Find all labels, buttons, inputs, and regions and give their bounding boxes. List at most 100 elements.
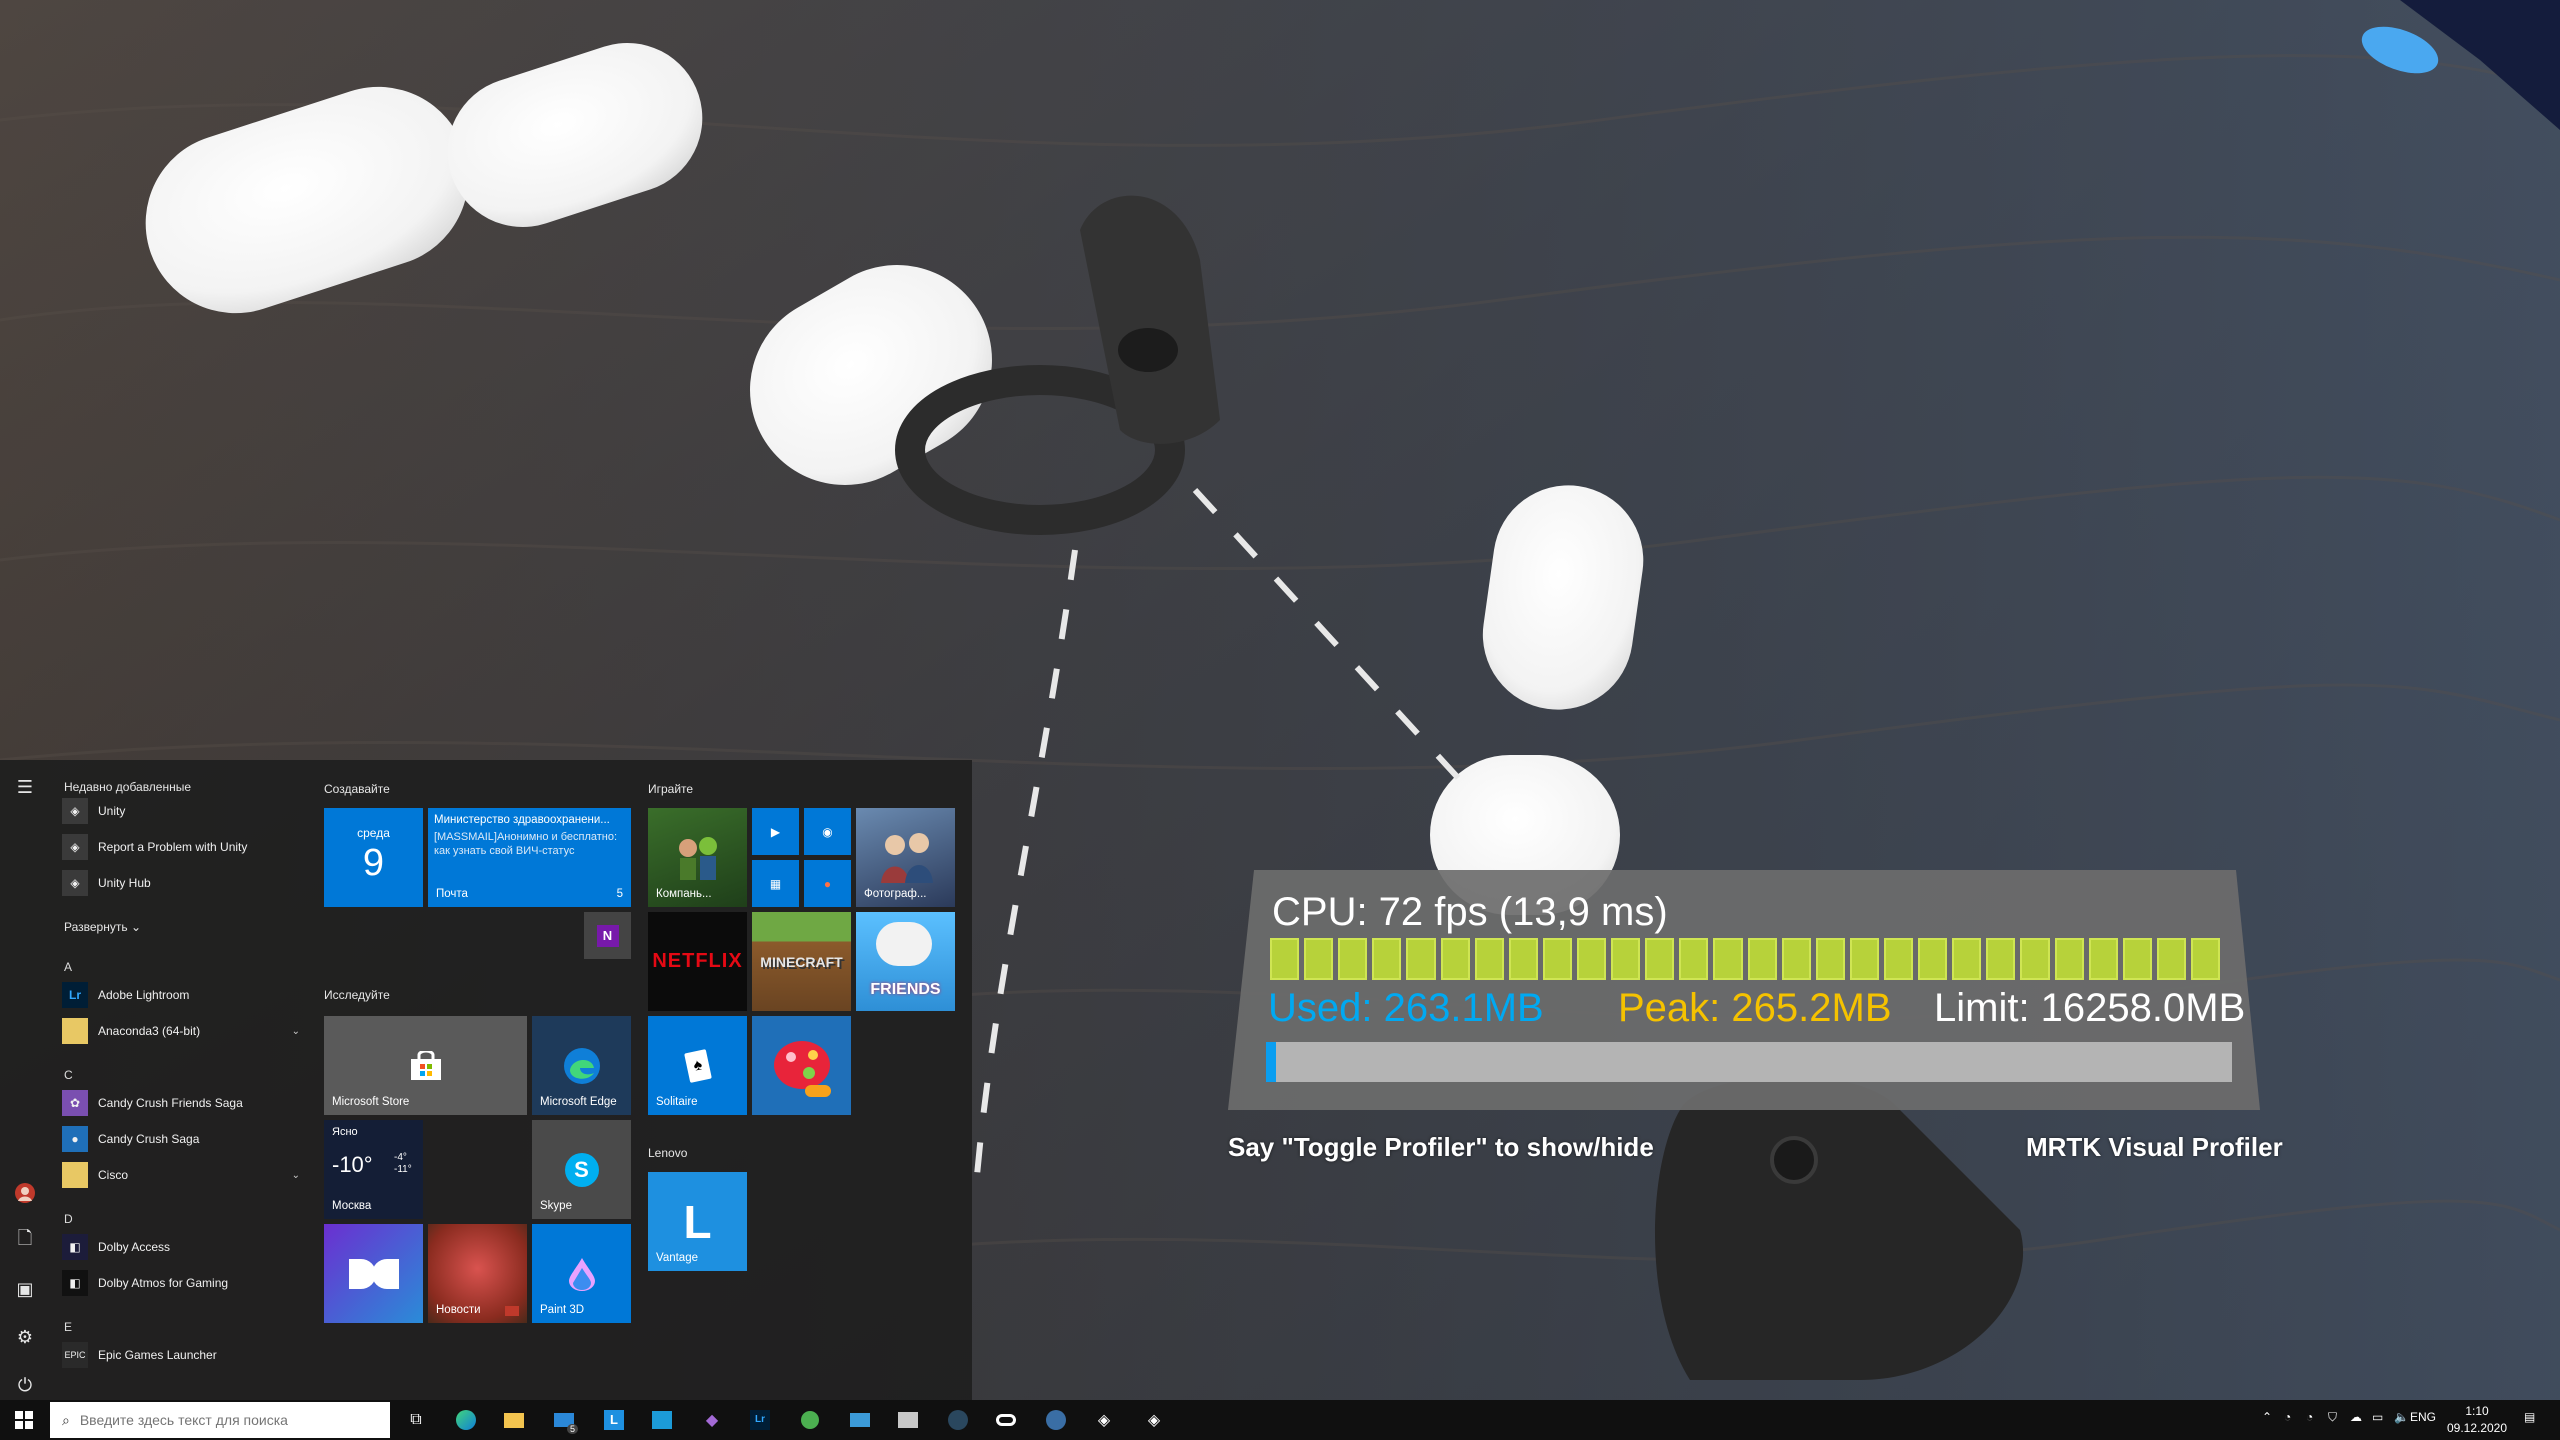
tile-paint3d[interactable]: Paint 3D — [532, 1224, 631, 1323]
search-input[interactable] — [77, 1411, 372, 1429]
taskbar-clock[interactable]: 1:10 09.12.2020 — [2440, 1403, 2514, 1437]
clock-date: 09.12.2020 — [2446, 1421, 2508, 1435]
tile-weather[interactable]: Ясно -10° -4° -11° Москва — [324, 1120, 423, 1219]
tile-mail[interactable]: Министерство здравоохранени... [MASSMAIL… — [428, 808, 631, 907]
app-window-icon[interactable] — [894, 1406, 922, 1434]
tile-news[interactable]: Новости — [428, 1224, 527, 1323]
search-icon: ⌕ — [62, 1411, 70, 1428]
candy-friends-icon: ✿ — [62, 1090, 88, 1116]
tile-netflix[interactable]: NETFLIX — [648, 912, 747, 1011]
candy-crush-icon: ● — [62, 1126, 88, 1152]
tile-maps[interactable]: ● — [804, 860, 851, 907]
edge-icon[interactable] — [452, 1406, 480, 1434]
steam-vr-icon[interactable] — [1042, 1406, 1070, 1434]
tile-microsoft-edge[interactable]: Microsoft Edge — [532, 1016, 631, 1115]
tile-calendar[interactable]: среда 9 — [324, 808, 423, 907]
steam-icon[interactable] — [944, 1406, 972, 1434]
tile-photos[interactable]: Фотограф... — [856, 808, 955, 907]
tray-steam-icon[interactable]: ◔ — [2284, 1410, 2291, 1424]
tile-movies[interactable]: ▶ — [752, 808, 799, 855]
oculus-icon[interactable] — [992, 1406, 1020, 1434]
tile-candy-crush[interactable] — [752, 1016, 851, 1115]
language-indicator[interactable]: ENG — [2410, 1410, 2436, 1424]
remote-desktop-icon[interactable] — [846, 1406, 874, 1434]
power-icon[interactable]: ⏻ — [12, 1372, 38, 1398]
app-item-dolby-access[interactable]: ◧ Dolby Access — [62, 1232, 306, 1262]
tray-onedrive-icon[interactable]: ☁ — [2350, 1410, 2362, 1424]
fps-bar — [1611, 938, 1641, 980]
tile-onenote[interactable]: N — [584, 912, 631, 959]
chevron-down-icon: ⌄ — [291, 1025, 300, 1037]
tray-defender-icon[interactable]: ⛉ — [2328, 1410, 2337, 1425]
tile-groove[interactable]: ◉ — [804, 808, 851, 855]
tile-companions[interactable]: Компань... — [648, 808, 747, 907]
memory-peak-label: Peak: 265.2MB — [1618, 986, 1892, 1030]
unity-hub-icon[interactable]: ◈ — [1140, 1406, 1168, 1434]
app-item-candy-crush[interactable]: ● Candy Crush Saga — [62, 1124, 306, 1154]
letter-a-header[interactable]: A — [64, 960, 72, 974]
tile-minecraft[interactable]: MINECRAFT — [752, 912, 851, 1011]
user-avatar-icon[interactable] — [12, 1180, 38, 1206]
memory-bar — [1266, 1042, 2232, 1082]
app-item-anaconda[interactable]: Anaconda3 (64-bit) ⌄ — [62, 1016, 306, 1046]
photo-people-icon — [880, 832, 933, 883]
weather-city: Москва — [332, 1200, 372, 1212]
epic-icon: EPIC — [62, 1342, 88, 1368]
skype-icon: S — [564, 1152, 599, 1187]
file-explorer-icon[interactable] — [500, 1406, 528, 1434]
app-label: Candy Crush Saga — [98, 1132, 200, 1146]
memory-limit-label: Limit: 16258.0MB — [1934, 986, 2246, 1030]
fps-bar — [1440, 938, 1470, 980]
expand-button[interactable]: Развернуть ⌄ — [64, 920, 141, 934]
unity-icon: ◈ — [62, 834, 88, 860]
mail-icon[interactable]: 5 — [550, 1406, 578, 1434]
tile-candy-friends[interactable]: FRIENDS — [856, 912, 955, 1011]
app-item-report-unity[interactable]: ◈ Report a Problem with Unity — [62, 832, 306, 862]
tray-volume-icon[interactable]: 🔈 — [2394, 1410, 2409, 1424]
store-icon[interactable] — [648, 1406, 676, 1434]
app-label: Candy Crush Friends Saga — [98, 1096, 243, 1110]
dolby-icon: ◧ — [62, 1234, 88, 1260]
app-label: Cisco — [98, 1168, 129, 1182]
hamburger-icon[interactable]: ☰ — [12, 774, 38, 800]
app-item-epic-games[interactable]: EPIC Epic Games Launcher — [62, 1340, 306, 1370]
tray-overflow-chevron-icon[interactable]: ⌃ — [2262, 1410, 2272, 1424]
fps-bar — [1304, 938, 1334, 980]
visual-studio-icon[interactable]: ◆ — [698, 1406, 726, 1434]
taskbar-search[interactable]: ⌕ — [50, 1402, 390, 1438]
letter-d-header[interactable]: D — [64, 1212, 73, 1226]
app-item-lightroom[interactable]: Lr Adobe Lightroom — [62, 980, 306, 1010]
fps-bar — [1474, 938, 1504, 980]
app-item-cisco[interactable]: Cisco ⌄ — [62, 1160, 306, 1190]
memory-bar-fill — [1266, 1042, 1276, 1082]
letter-c-header[interactable]: C — [64, 1068, 73, 1082]
pictures-icon[interactable]: ▣ — [12, 1276, 38, 1302]
fps-bar — [1918, 938, 1948, 980]
task-view-icon[interactable]: ⧉ — [402, 1406, 430, 1434]
documents-icon[interactable]: 🗋 — [12, 1228, 38, 1254]
start-button[interactable] — [0, 1400, 48, 1440]
lenovo-vantage-icon[interactable]: L — [600, 1406, 628, 1434]
fps-bar — [1542, 938, 1572, 980]
mail-body: [MASSMAIL]Анонимно и бесплатно: как узна… — [434, 831, 618, 857]
app-item-candy-friends[interactable]: ✿ Candy Crush Friends Saga — [62, 1088, 306, 1118]
fps-bar — [2020, 938, 2050, 980]
tray-steamvr-icon[interactable]: ◔ — [2306, 1410, 2313, 1424]
tray-network-icon[interactable]: ▭ — [2372, 1410, 2383, 1424]
app-item-unity-hub[interactable]: ◈ Unity Hub — [62, 868, 306, 898]
tile-dolby[interactable] — [324, 1224, 423, 1323]
app-item-dolby-atmos[interactable]: ◧ Dolby Atmos for Gaming — [62, 1268, 306, 1298]
tile-microsoft-store[interactable]: Microsoft Store — [324, 1016, 527, 1115]
lightroom-icon[interactable]: Lr — [746, 1406, 774, 1434]
letter-e-header[interactable]: E — [64, 1320, 72, 1334]
tile-vantage[interactable]: L Vantage — [648, 1172, 747, 1271]
settings-gear-icon[interactable]: ⚙ — [12, 1324, 38, 1350]
tile-calculator[interactable]: ▦ — [752, 860, 799, 907]
app-item-unity[interactable]: ◈ Unity — [62, 796, 306, 826]
notifications-icon[interactable]: ▤ — [2524, 1410, 2535, 1424]
fps-bar — [2190, 938, 2221, 980]
browser-globe-icon[interactable] — [796, 1406, 824, 1434]
unity-icon[interactable]: ◈ — [1090, 1406, 1118, 1434]
tile-solitaire[interactable]: ♠ Solitaire — [648, 1016, 747, 1115]
tile-skype[interactable]: S Skype — [532, 1120, 631, 1219]
